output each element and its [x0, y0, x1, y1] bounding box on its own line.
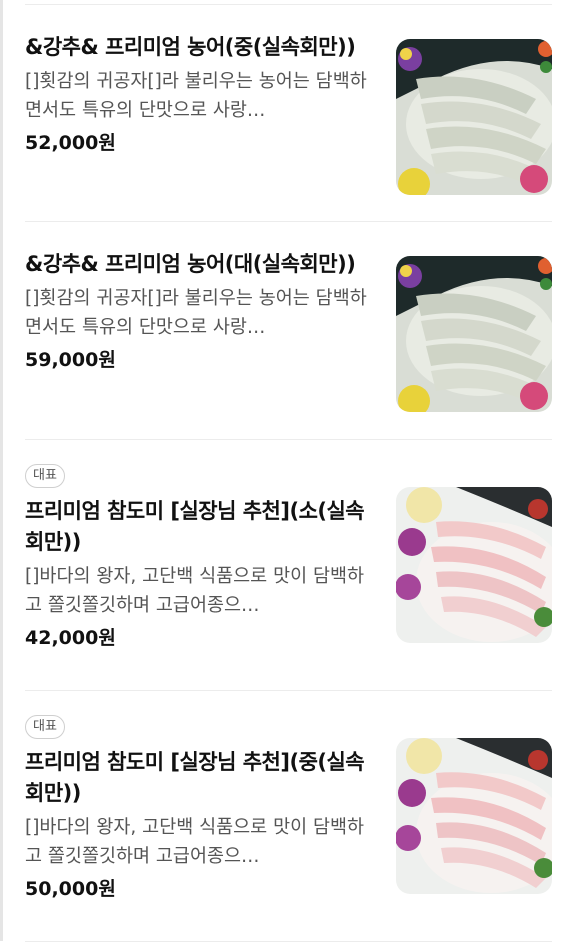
menu-item-info: &강추& 프리미엄 농어(중(실속회만)) []횟감의 귀공자[]라 불리우는 …	[25, 32, 375, 221]
signature-badge: 대표	[25, 715, 65, 739]
menu-list: &강추& 프리미엄 농어(중(실속회만)) []횟감의 귀공자[]라 불리우는 …	[25, 0, 552, 942]
menu-item-title: 프리미엄 참도미 [실장님 추천](중(실속회만))	[25, 750, 365, 805]
menu-item-title: &강추& 프리미엄 농어(대(실속회만))	[25, 252, 356, 276]
menu-item-title: &강추& 프리미엄 농어(중(실속회만))	[25, 35, 356, 59]
menu-item-description: []바다의 왕자, 고단백 식품으로 맛이 담백하고 쫄깃쫄깃하며 고급어종으…	[25, 817, 365, 867]
menu-item-description: []바다의 왕자, 고단백 식품으로 맛이 담백하고 쫄깃쫄깃하며 고급어종으…	[25, 566, 365, 616]
menu-item-price: 52,000원	[25, 132, 116, 154]
sliced-sea-bass-sashimi-photo-icon[interactable]	[396, 256, 552, 412]
menu-item-seabass-medium[interactable]: &강추& 프리미엄 농어(중(실속회만)) []횟감의 귀공자[]라 불리우는 …	[25, 5, 552, 221]
menu-item-seabass-large[interactable]: &강추& 프리미엄 농어(대(실속회만)) []횟감의 귀공자[]라 불리우는 …	[25, 222, 552, 439]
menu-item-title: 프리미엄 참도미 [실장님 추천](소(실속회만))	[25, 499, 365, 554]
menu-item-info: &강추& 프리미엄 농어(대(실속회만)) []횟감의 귀공자[]라 불리우는 …	[25, 249, 375, 439]
sliced-red-seabream-sashimi-photo-icon[interactable]	[396, 738, 552, 894]
menu-item-description: []횟감의 귀공자[]라 불리우는 농어는 담백하면서도 특유의 단맛으로 사랑…	[25, 288, 367, 338]
signature-badge: 대표	[25, 464, 65, 488]
menu-item-price: 42,000원	[25, 627, 116, 649]
left-edge-line	[0, 0, 3, 941]
menu-item-price: 50,000원	[25, 878, 116, 900]
menu-item-seabream-medium[interactable]: 대표 프리미엄 참도미 [실장님 추천](중(실속회만)) []바다의 왕자, …	[25, 691, 552, 941]
menu-item-description: []횟감의 귀공자[]라 불리우는 농어는 담백하면서도 특유의 단맛으로 사랑…	[25, 71, 367, 121]
menu-item-price: 59,000원	[25, 349, 116, 371]
menu-item-info: 대표 프리미엄 참도미 [실장님 추천](소(실속회만)) []바다의 왕자, …	[25, 464, 375, 690]
menu-item-seabream-small[interactable]: 대표 프리미엄 참도미 [실장님 추천](소(실속회만)) []바다의 왕자, …	[25, 440, 552, 690]
menu-item-info: 대표 프리미엄 참도미 [실장님 추천](중(실속회만)) []바다의 왕자, …	[25, 715, 375, 941]
sliced-red-seabream-sashimi-photo-icon[interactable]	[396, 487, 552, 643]
sliced-sea-bass-sashimi-photo-icon[interactable]	[396, 39, 552, 195]
